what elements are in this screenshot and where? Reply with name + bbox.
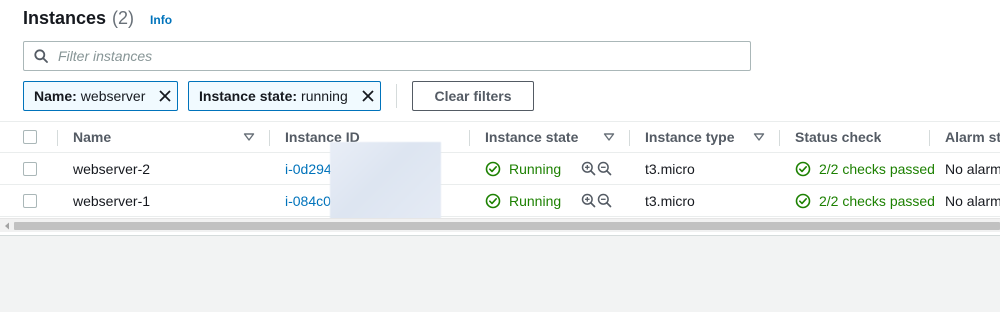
select-all-checkbox[interactable] <box>23 130 37 144</box>
check-circle-icon <box>485 161 501 176</box>
filter-token-name: Name: webserver <box>23 81 178 111</box>
column-divider <box>929 130 930 146</box>
filter-token-key: Name: <box>34 88 77 104</box>
column-header-instance-state[interactable]: Instance state <box>485 122 578 152</box>
column-divider <box>469 130 470 146</box>
status-check-label[interactable]: 2/2 checks passed <box>819 161 935 177</box>
zoom-controls <box>580 153 612 184</box>
zoom-out-icon[interactable] <box>596 161 612 177</box>
check-circle-icon <box>485 193 501 208</box>
alarm-status: No alarm <box>945 160 1000 177</box>
instance-name: webserver-1 <box>73 192 151 209</box>
instance-state: Running <box>485 153 561 184</box>
status-check: 2/2 checks passed <box>795 185 935 216</box>
sort-icon[interactable] <box>603 122 615 152</box>
row-checkbox[interactable] <box>23 193 37 208</box>
sort-icon[interactable] <box>753 122 765 152</box>
instance-name: webserver-2 <box>73 160 151 177</box>
instance-id-link[interactable]: i-0d294 <box>285 153 332 184</box>
header: Instances (2) Info <box>23 8 172 32</box>
column-header-alarm-status[interactable]: Alarm st <box>945 122 1000 152</box>
status-check: 2/2 checks passed <box>795 153 935 184</box>
instance-state: Running <box>485 185 561 216</box>
status-check-label[interactable]: 2/2 checks passed <box>819 193 935 209</box>
table-row[interactable]: webserver-2 i-0d294 Running t3.micro 2/2… <box>0 153 1000 185</box>
info-link[interactable]: Info <box>150 13 172 27</box>
filter-token-value: running <box>301 88 348 104</box>
instance-count: (2) <box>112 8 135 28</box>
zoom-controls <box>580 185 612 216</box>
check-circle-icon <box>795 161 811 176</box>
zoom-in-icon[interactable] <box>580 193 596 209</box>
clear-filters-button[interactable]: Clear filters <box>412 81 534 111</box>
zoom-in-icon[interactable] <box>580 161 596 177</box>
column-divider <box>629 130 630 146</box>
instance-type: t3.micro <box>645 192 695 209</box>
sort-icon[interactable] <box>243 122 255 152</box>
instance-state-label: Running <box>509 192 562 209</box>
zoom-out-icon[interactable] <box>596 193 612 209</box>
column-divider <box>269 130 270 146</box>
instance-state-label: Running <box>509 160 562 177</box>
alarm-status: No alarm <box>945 192 1000 209</box>
table-header: Name Instance ID Instance state Instance… <box>0 121 1000 153</box>
column-header-instance-type[interactable]: Instance type <box>645 122 734 152</box>
divider <box>396 84 397 108</box>
select-all-cell <box>23 122 37 152</box>
filter-token-key: Instance state: <box>199 88 298 104</box>
horizontal-scrollbar[interactable] <box>0 218 1000 232</box>
row-checkbox[interactable] <box>23 161 37 176</box>
page-title: Instances <box>23 8 107 28</box>
instance-type: t3.micro <box>645 160 695 177</box>
close-icon[interactable] <box>356 82 380 110</box>
redaction-blur <box>330 142 441 220</box>
table-row[interactable]: webserver-1 i-084c0 Running t3.micro 2/2… <box>0 185 1000 217</box>
instances-panel: Instances (2) Info Name: webserver Insta… <box>0 0 1000 236</box>
search-input[interactable] <box>58 48 738 64</box>
instance-id-link[interactable]: i-084c0 <box>285 185 331 216</box>
search-icon <box>24 42 58 70</box>
row-select-cell <box>23 185 37 216</box>
filter-token-value: webserver <box>80 88 146 104</box>
check-circle-icon <box>795 193 811 208</box>
column-header-name[interactable]: Name <box>73 122 111 152</box>
column-divider <box>57 130 58 146</box>
filter-token-state: Instance state: running <box>188 81 381 111</box>
filter-search-box[interactable] <box>23 41 751 71</box>
instances-table: Name Instance ID Instance state Instance… <box>0 121 1000 217</box>
scroll-left-arrow-icon[interactable] <box>2 221 12 231</box>
row-select-cell <box>23 153 37 184</box>
scrollbar-thumb[interactable] <box>14 222 1000 230</box>
column-header-status-check[interactable]: Status check <box>795 122 881 152</box>
column-divider <box>779 130 780 146</box>
close-icon[interactable] <box>153 82 177 110</box>
